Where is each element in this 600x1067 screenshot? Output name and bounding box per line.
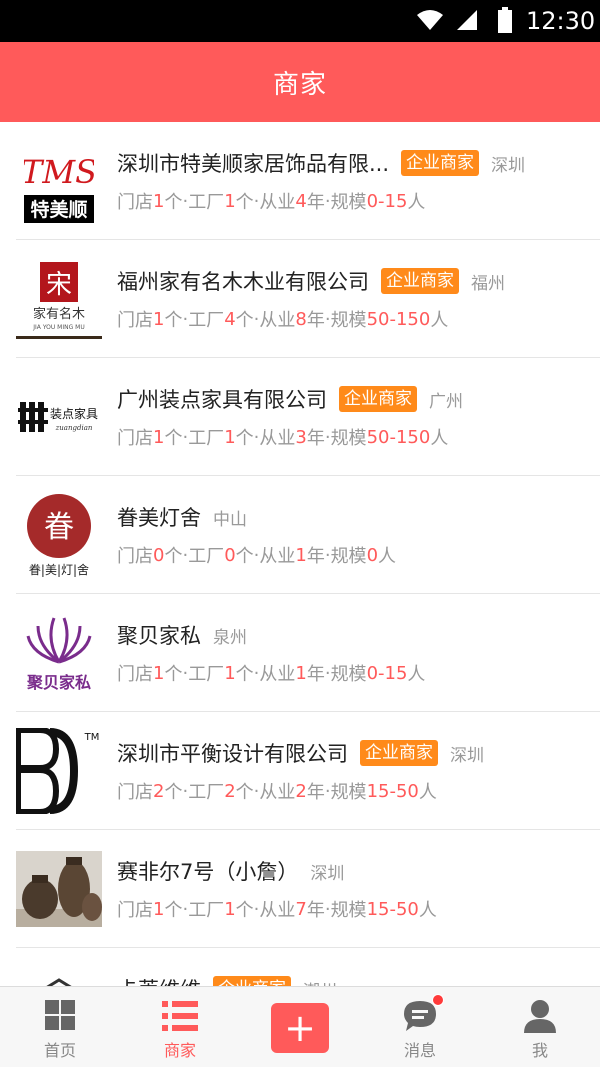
svg-text:TMS: TMS — [24, 153, 94, 191]
merchant-stats: 门店 0 个 · 工厂 0 个 · 从业 1 年 · 规模 0 人 — [117, 544, 397, 568]
merchant-row[interactable]: 宋 家有名木 JIA YOU MING MU 福州家有名木木业有限公司 企业商家… — [0, 240, 600, 358]
nav-merchants[interactable]: 商家 — [120, 987, 240, 1067]
status-bar: 12:30 — [0, 0, 600, 42]
merchant-row[interactable]: TMS 特美顺 深圳市特美顺家居饰品有限... 企业商家 深圳 门店 1 个 · 工… — [0, 122, 600, 240]
merchant-city: 广州 — [429, 391, 463, 412]
merchant-row[interactable]: 聚贝家私 聚贝家私 泉州 门店 1 个 · 工厂 1 个 · 从业 1 年 · 规模 0-15… — [0, 594, 600, 712]
zhuangdian-logo-icon: 装点家具 zuangdian — [18, 402, 98, 432]
merchant-logo-pottery — [16, 846, 102, 932]
grid-icon — [45, 1000, 75, 1030]
logo-text: TM — [84, 732, 100, 743]
battery-icon — [498, 7, 512, 33]
merchant-stats: 门店 1 个 · 工厂 4 个 · 从业 8 年 · 规模 50-150 人 — [117, 308, 449, 332]
merchant-logo-zhuangdian: 装点家具 zuangdian — [16, 374, 102, 460]
merchant-stats: 门店 1 个 · 工厂 1 个 · 从业 3 年 · 规模 50-150 人 — [117, 426, 449, 450]
merchant-name: 深圳市平衡设计有限公司 — [117, 742, 348, 766]
list-icon — [162, 1001, 198, 1031]
app-header: 商家 — [0, 42, 600, 122]
merchant-logo-juanmei: 眷 眷|美|灯|舍 — [16, 492, 102, 578]
nav-home[interactable]: 首页 — [0, 987, 120, 1067]
merchant-city: 泉州 — [213, 627, 247, 648]
merchant-row[interactable]: 卡莱维维 企业商家 潮州 — [0, 948, 600, 986]
logo-text: 聚贝家私 — [26, 673, 91, 692]
svg-text:宋: 宋 — [46, 270, 72, 300]
merchant-row[interactable]: 装点家具 zuangdian 广州装点家具有限公司 企业商家 广州 门店 1 个 ·… — [0, 358, 600, 476]
merchant-name: 福州家有名木木业有限公司 — [117, 270, 369, 294]
logo-text: 家有名木 — [33, 306, 85, 322]
merchant-name: 赛非尔7号（小詹） — [117, 860, 299, 884]
merchant-city: 深圳 — [491, 155, 526, 176]
notification-dot — [432, 994, 444, 1006]
merchant-logo-jubei: 聚贝家私 — [16, 610, 102, 696]
add-button[interactable]: + — [271, 1003, 329, 1053]
svg-text:眷: 眷 — [44, 510, 74, 545]
logo-subtext: JIA YOU MING MU — [32, 324, 84, 331]
merchant-name: 深圳市特美顺家居饰品有限... — [117, 152, 390, 176]
merchant-list[interactable]: TMS 特美顺 深圳市特美顺家居饰品有限... 企业商家 深圳 门店 1 个 · 工… — [0, 122, 600, 986]
merchant-row[interactable]: 赛非尔7号（小詹） 深圳 门店 1 个 · 工厂 1 个 · 从业 7 年 · 规模 15-5… — [0, 830, 600, 948]
status-time: 12:30 — [526, 7, 596, 35]
bottom-navigation: 首页 商家 + 消息 我 — [0, 986, 600, 1067]
plus-icon: + — [284, 1006, 316, 1050]
merchant-row[interactable]: 眷 眷|美|灯|舍 眷美灯舍 中山 门店 0 个 · 工厂 0 个 · 从业 1 年 · 规… — [0, 476, 600, 594]
enterprise-badge: 企业商家 — [213, 976, 291, 986]
house-logo-icon — [46, 978, 72, 986]
logo-text: 装点家具 — [50, 406, 98, 421]
nav-home-label: 首页 — [43, 1041, 76, 1060]
nav-messages[interactable]: 消息 — [360, 987, 480, 1067]
merchant-city: 中山 — [213, 509, 247, 530]
bd-logo-icon: TM — [16, 728, 100, 814]
person-icon — [524, 1000, 556, 1033]
merchant-logo-tms: TMS 特美顺 — [16, 138, 102, 224]
nav-merchants-label: 商家 — [163, 1041, 196, 1060]
merchant-name: 广州装点家具有限公司 — [117, 388, 327, 412]
merchant-stats: 门店 1 个 · 工厂 1 个 · 从业 1 年 · 规模 0-15 人 — [117, 662, 426, 686]
nav-me-label: 我 — [531, 1041, 548, 1060]
wifi-icon — [417, 10, 443, 30]
merchant-logo-bd: TM — [16, 728, 102, 814]
merchant-city: 潮州 — [303, 977, 337, 987]
logo-text: 眷|美|灯|舍 — [29, 562, 89, 577]
merchant-name: 卡莱维维 — [117, 974, 201, 986]
svg-text:zuangdian: zuangdian — [55, 424, 93, 432]
enterprise-badge: 企业商家 — [401, 150, 480, 176]
merchant-city: 福州 — [471, 273, 505, 294]
juanmei-logo-icon: 眷 眷|美|灯|舍 — [27, 494, 91, 577]
nav-messages-label: 消息 — [403, 1041, 436, 1060]
merchant-city: 深圳 — [310, 863, 345, 884]
cell-signal-icon — [457, 10, 477, 30]
merchant-logo-jiayou: 宋 家有名木 JIA YOU MING MU — [16, 256, 102, 342]
merchant-stats: 门店 1 个 · 工厂 1 个 · 从业 7 年 · 规模 15-50 人 — [117, 898, 437, 922]
nav-me[interactable]: 我 — [480, 987, 600, 1067]
jiayou-logo-icon: 宋 家有名木 JIA YOU MING MU — [16, 262, 102, 339]
pottery-photo-icon — [16, 851, 102, 927]
merchant-stats: 门店 2 个 · 工厂 2 个 · 从业 2 年 · 规模 15-50 人 — [117, 780, 437, 804]
page-title: 商家 — [272, 69, 327, 100]
merchant-stats: 门店 1 个 · 工厂 1 个 · 从业 4 年 · 规模 0-15 人 — [117, 190, 426, 214]
merchant-name: 眷美灯舍 — [117, 506, 201, 530]
logo-text: 特美顺 — [30, 198, 87, 221]
merchant-name: 聚贝家私 — [117, 624, 201, 648]
merchant-city: 深圳 — [450, 745, 484, 766]
enterprise-badge: 企业商家 — [381, 268, 459, 294]
jubei-logo-icon: 聚贝家私 — [26, 617, 92, 692]
merchant-row[interactable]: TM 深圳市平衡设计有限公司 企业商家 深圳 门店 2 个 · 工厂 2 个 · 从业 2… — [0, 712, 600, 830]
merchant-logo-house — [16, 964, 102, 986]
enterprise-badge: 企业商家 — [339, 386, 417, 412]
tms-logo-icon: TMS 特美顺 — [24, 139, 94, 223]
enterprise-badge: 企业商家 — [360, 740, 438, 766]
